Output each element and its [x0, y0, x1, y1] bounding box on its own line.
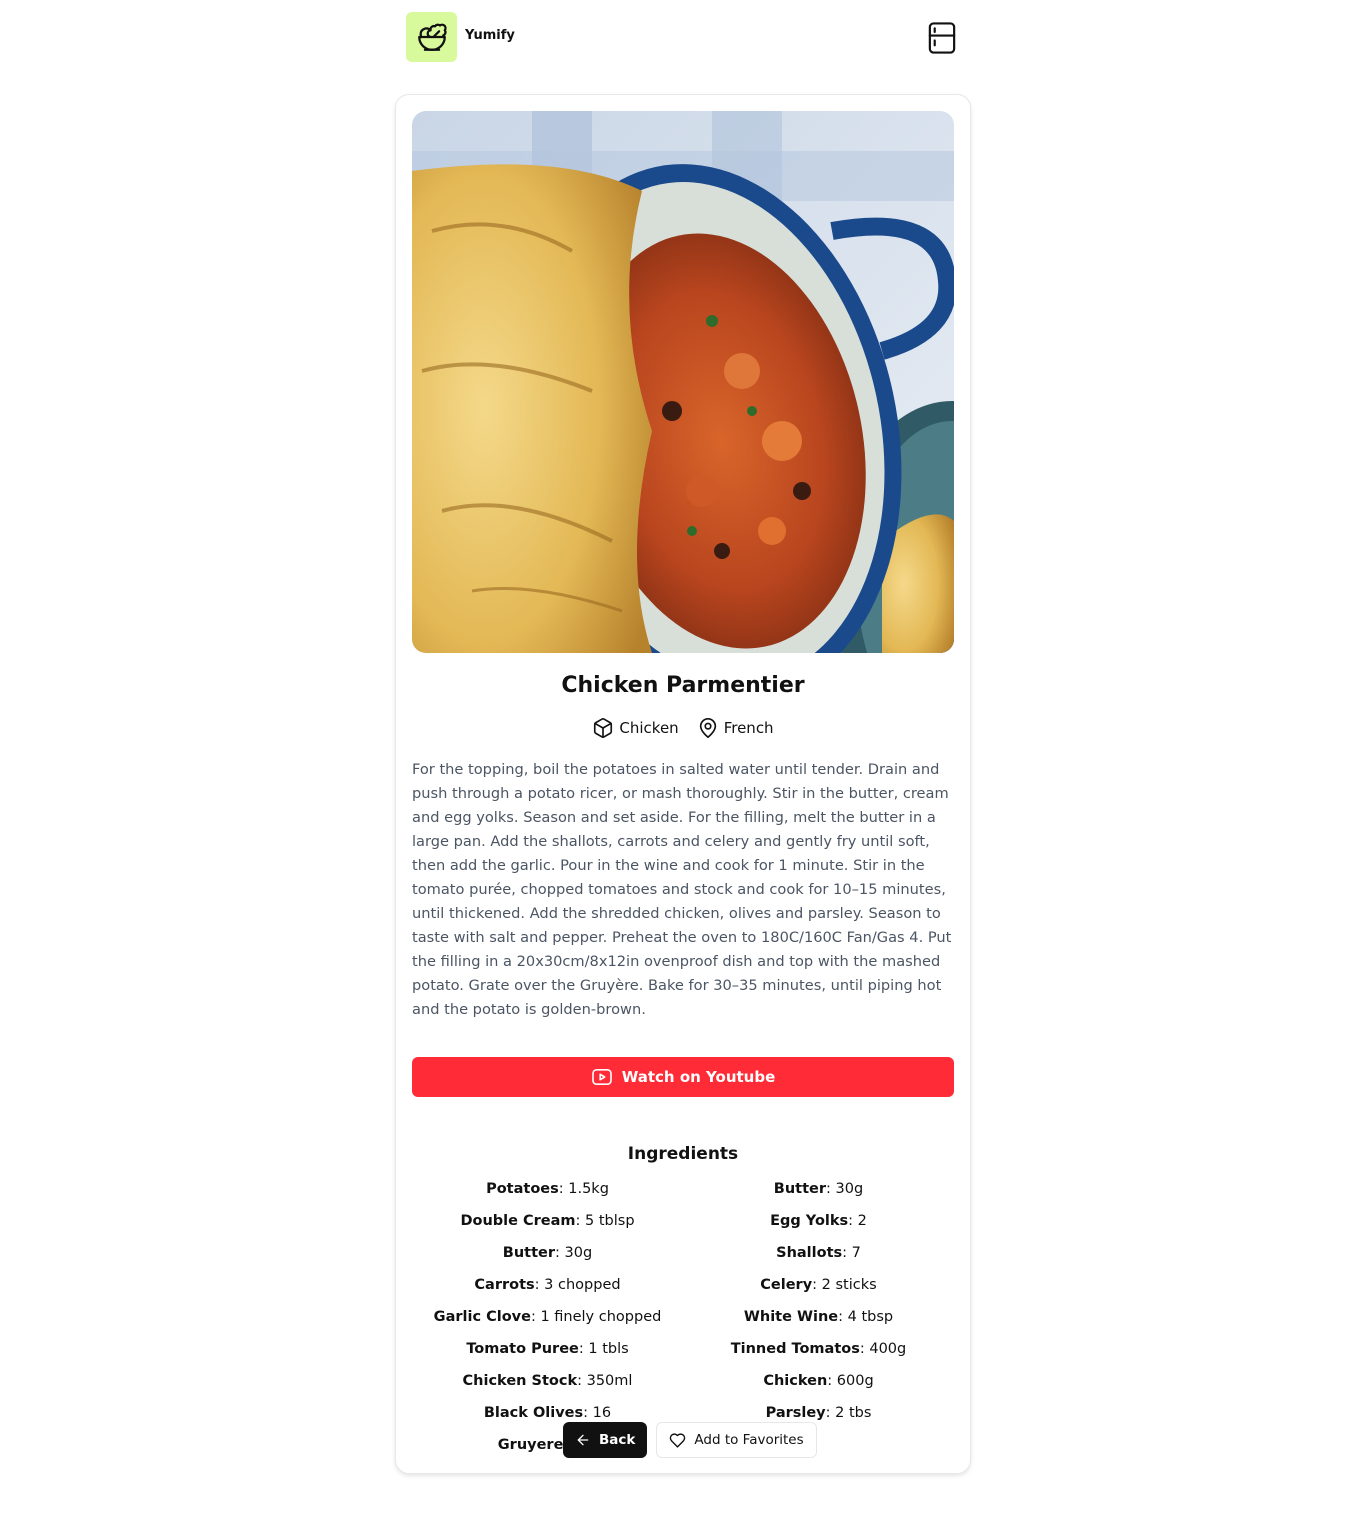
- ingredient-measure: 2 tbs: [835, 1405, 872, 1421]
- ingredient-separator: :: [558, 1181, 569, 1197]
- ingredient-separator: :: [842, 1245, 852, 1261]
- ingredient-item: Tinned Tomatos: 400g: [683, 1333, 954, 1365]
- ingredient-item: Celery: 2 sticks: [683, 1269, 954, 1301]
- ingredient-name: Tomato Puree: [466, 1341, 579, 1357]
- ingredient-measure: 30g: [564, 1245, 593, 1261]
- ingredient-separator: :: [575, 1213, 586, 1229]
- ingredient-measure: 600g: [836, 1373, 874, 1389]
- recipe-title: Chicken Parmentier: [561, 673, 805, 698]
- logo[interactable]: [406, 12, 457, 62]
- ingredient-measure: 400g: [869, 1341, 907, 1357]
- ingredient-name: Garlic Clove: [433, 1309, 531, 1325]
- recipe-instructions: For the topping, boil the potatoes in sa…: [412, 761, 952, 1018]
- area-label: French: [723, 719, 774, 737]
- area-tag: French: [697, 717, 774, 739]
- ingredient-measure: 1.5kg: [568, 1181, 609, 1197]
- ingredient-separator: :: [827, 1373, 837, 1389]
- action-bar: Back Add to Favorites: [563, 1422, 817, 1458]
- recipe-meta: Chicken French: [396, 717, 970, 739]
- ingredient-measure: 5 tblsp: [585, 1213, 635, 1229]
- ingredient-name: Chicken Stock: [462, 1373, 578, 1389]
- ingredient-separator: :: [555, 1245, 565, 1261]
- ingredients-heading: Ingredients: [627, 1144, 739, 1164]
- ingredient-name: Potatoes: [486, 1181, 559, 1197]
- ingredient-name: Black Olives: [483, 1405, 584, 1421]
- ingredient-item: Butter: 30g: [683, 1173, 954, 1205]
- salad-bowl-icon: [417, 23, 447, 51]
- ingredient-name: Shallots: [776, 1245, 843, 1261]
- recipe-image: [412, 111, 954, 653]
- ingredient-separator: :: [848, 1213, 858, 1229]
- ingredient-separator: :: [826, 1181, 836, 1197]
- ingredient-item: Butter: 30g: [412, 1237, 683, 1269]
- ingredient-name: Butter: [502, 1245, 556, 1261]
- ingredient-item: Tomato Puree: 1 tbls: [412, 1333, 683, 1365]
- fridge-icon: [928, 22, 956, 54]
- watch-youtube-label: Watch on Youtube: [621, 1068, 776, 1086]
- ingredient-item: Potatoes: 1.5kg: [412, 1173, 683, 1205]
- ingredient-separator: :: [534, 1277, 545, 1293]
- ingredient-name: Double Cream: [460, 1213, 576, 1229]
- recipe-card: Chicken Parmentier Chicken French For th…: [395, 94, 971, 1474]
- ingredient-measure: 1 finely chopped: [540, 1309, 662, 1325]
- back-button[interactable]: Back: [563, 1422, 648, 1458]
- add-to-favorites-label: Add to Favorites: [694, 1432, 804, 1448]
- ingredient-item: Carrots: 3 chopped: [412, 1269, 683, 1301]
- ingredient-separator: :: [812, 1277, 822, 1293]
- ingredient-item: Shallots: 7: [683, 1237, 954, 1269]
- ingredient-item: Chicken: 600g: [683, 1365, 954, 1397]
- back-label: Back: [599, 1432, 636, 1448]
- ingredient-measure: 16: [592, 1405, 612, 1421]
- ingredient-item: White Wine: 4 tbsp: [683, 1301, 954, 1333]
- ingredient-item: Egg Yolks: 2: [683, 1205, 954, 1237]
- ingredient-separator: :: [578, 1341, 589, 1357]
- ingredient-measure: 1 tbls: [588, 1341, 629, 1357]
- ingredient-name: Egg Yolks: [770, 1213, 849, 1229]
- top-bar: Yumify: [406, 12, 958, 64]
- ingredient-name: White Wine: [743, 1309, 839, 1325]
- category-tag: Chicken: [592, 717, 679, 739]
- ingredient-name: Carrots: [474, 1277, 535, 1293]
- ingredient-name: Chicken: [763, 1373, 828, 1389]
- ingredient-name: Tinned Tomatos: [730, 1341, 860, 1357]
- fridge-button[interactable]: [926, 20, 958, 56]
- heart-icon: [670, 1432, 686, 1448]
- ingredients-list: Potatoes: 1.5kg Butter: 30g Double Cream: …: [412, 1173, 954, 1461]
- ingredient-measure: 3 chopped: [544, 1277, 621, 1293]
- ingredient-separator: :: [583, 1405, 593, 1421]
- ingredient-measure: 4 tbsp: [847, 1309, 894, 1325]
- ingredient-separator: :: [838, 1309, 848, 1325]
- ingredient-measure: 350ml: [586, 1373, 633, 1389]
- ingredient-name: Butter: [773, 1181, 827, 1197]
- ingredient-measure: 2 sticks: [821, 1277, 877, 1293]
- ingredient-separator: :: [859, 1341, 870, 1357]
- box-icon: [594, 718, 613, 738]
- ingredient-separator: :: [577, 1373, 587, 1389]
- ingredient-measure: 7: [851, 1245, 861, 1261]
- category-label: Chicken: [619, 719, 679, 737]
- ingredient-name: Celery: [760, 1277, 813, 1293]
- map-pin-icon: [699, 718, 716, 738]
- ingredient-name: Parsley: [765, 1405, 826, 1421]
- watch-youtube-button[interactable]: Watch on Youtube: [412, 1057, 954, 1097]
- ingredient-measure: 30g: [835, 1181, 864, 1197]
- brand-name: Yumify: [465, 28, 515, 43]
- ingredient-item: Garlic Clove: 1 finely chopped: [412, 1301, 683, 1333]
- ingredient-measure: 2: [857, 1213, 867, 1229]
- ingredient-item: Double Cream: 5 tblsp: [412, 1205, 683, 1237]
- add-to-favorites-button[interactable]: Add to Favorites: [656, 1422, 817, 1458]
- ingredient-separator: :: [825, 1405, 836, 1421]
- youtube-icon: [591, 1068, 612, 1086]
- ingredient-item: Chicken Stock: 350ml: [412, 1365, 683, 1397]
- arrow-left-icon: [577, 1434, 589, 1446]
